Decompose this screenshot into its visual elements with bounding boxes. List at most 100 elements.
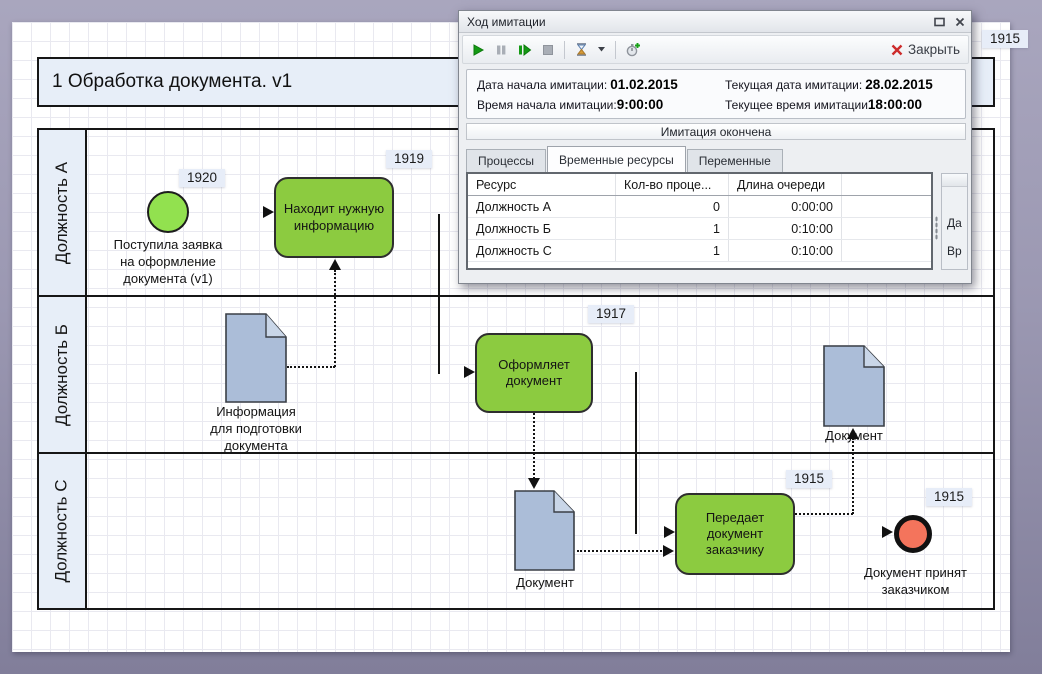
current-time-value: 18:00:00: [868, 97, 922, 112]
close-icon[interactable]: [955, 17, 965, 27]
task-prepare-doc-badge: 1917: [588, 305, 634, 323]
flow-prepare-to-transfer: [635, 372, 637, 534]
document-bottom-shape[interactable]: [514, 490, 575, 571]
cell-queue: 0:00:00: [729, 196, 842, 217]
screen: { "colors": { "background_purple": "#9b9…: [0, 0, 1042, 674]
column-header-count[interactable]: Кол-во проце...: [616, 174, 729, 195]
end-event-label: Документ принят заказчиком: [843, 565, 988, 599]
arrowhead-icon: [464, 366, 475, 378]
hourglass-icon[interactable]: [574, 42, 589, 57]
cell-queue: 0:10:00: [729, 218, 842, 239]
dropdown-caret-icon[interactable]: [598, 47, 606, 52]
resources-table: Ресурс Кол-во проце... Длина очереди Дол…: [466, 172, 933, 270]
simulation-status-bar: Имитация окончена: [466, 123, 966, 140]
cell-resource: Должность С: [468, 240, 616, 261]
tab-processes[interactable]: Процессы: [466, 149, 546, 172]
stop-icon[interactable]: [541, 43, 555, 57]
task-transfer[interactable]: Передает документ заказчику: [675, 493, 795, 575]
column-header-empty: [842, 174, 931, 195]
start-date-value: 01.02.2015: [610, 77, 678, 92]
document-info-label: Информация для подготовки документа: [176, 404, 336, 455]
tab-variables-label: Переменные: [699, 154, 771, 168]
table-row[interactable]: Должность А 0 0:00:00: [468, 196, 931, 218]
end-event[interactable]: [894, 515, 932, 553]
cell-resource: Должность А: [468, 196, 616, 217]
start-event[interactable]: [147, 191, 189, 233]
table-row[interactable]: Должность Б 1 0:10:00: [468, 218, 931, 240]
end-event-badge: 1915: [926, 488, 972, 506]
dialog-title: Ход имитации: [467, 15, 546, 29]
diagram-title: 1 Обработка документа. v1: [52, 71, 292, 93]
table-header-row: Ресурс Кол-во проце... Длина очереди: [468, 174, 931, 196]
document-info-shape[interactable]: [225, 313, 287, 403]
close-simulation-button[interactable]: Закрыть: [891, 42, 960, 57]
assoc-docinfo-to-find: [287, 366, 335, 368]
arrowhead-icon: [663, 545, 674, 557]
cell-count: 0: [616, 196, 729, 217]
red-x-icon: [891, 44, 903, 56]
table-row[interactable]: Должность С 1 0:10:00: [468, 240, 931, 262]
arrowhead-icon: [882, 526, 893, 538]
arrowhead-icon: [664, 526, 675, 538]
play-icon[interactable]: [471, 43, 485, 57]
side-panel-label: Вр: [942, 244, 967, 258]
pause-icon[interactable]: [494, 43, 508, 57]
dialog-titlebar[interactable]: Ход имитации: [459, 11, 971, 33]
cell-queue: 0:10:00: [729, 240, 842, 261]
side-panel: Да Вр: [941, 173, 968, 270]
floating-badge: 1915: [982, 30, 1028, 48]
flow-find-to-prepare: [438, 214, 440, 374]
tab-time-resources-label: Временные ресурсы: [559, 153, 674, 167]
cell-resource: Должность Б: [468, 218, 616, 239]
tab-variables[interactable]: Переменные: [687, 149, 783, 172]
step-icon[interactable]: [517, 43, 532, 57]
lane-divider: [39, 295, 993, 297]
arrowhead-icon: [329, 259, 341, 270]
column-header-resource[interactable]: Ресурс: [468, 174, 616, 195]
column-header-queue[interactable]: Длина очереди: [729, 174, 842, 195]
side-panel-label: Да: [942, 216, 967, 230]
document-right-label: Документ: [814, 428, 894, 445]
side-panel-header: [942, 174, 967, 187]
simulation-dialog: Ход имитации: [458, 10, 972, 284]
toolbar-separator: [615, 41, 616, 59]
arrowhead-icon: [263, 206, 274, 218]
current-date-label: Текущая дата имитации:: [725, 78, 862, 92]
assoc-transfer-to-doc: [852, 438, 854, 514]
task-prepare-doc[interactable]: Оформляет документ: [475, 333, 593, 413]
tab-processes-label: Процессы: [478, 154, 534, 168]
close-simulation-label: Закрыть: [908, 42, 960, 57]
lane-a[interactable]: Должность А: [39, 130, 87, 295]
dialog-toolbar: Закрыть: [462, 35, 969, 64]
lane-c-label: Должность С: [52, 479, 72, 582]
tab-time-resources[interactable]: Временные ресурсы: [547, 146, 686, 172]
current-time-label: Текущее время имитации: [725, 98, 868, 112]
toolbar-separator: [564, 41, 565, 59]
start-time-label: Время начала имитации:: [477, 98, 617, 112]
assoc-prepare-to-doc: [533, 413, 535, 479]
lane-b-label: Должность Б: [52, 324, 72, 426]
lane-c[interactable]: Должность С: [39, 454, 87, 608]
panel-splitter-handle[interactable]: [935, 216, 938, 240]
cell-count: 1: [616, 218, 729, 239]
cell-count: 1: [616, 240, 729, 261]
arrowhead-icon: [528, 478, 540, 489]
start-event-label: Поступила заявка на оформление документа…: [93, 237, 243, 288]
lane-b[interactable]: Должность Б: [39, 297, 87, 452]
task-find-info[interactable]: Находит нужную информацию: [274, 177, 394, 258]
lane-a-label: Должность А: [52, 161, 72, 263]
maximize-icon[interactable]: [934, 17, 945, 27]
task-transfer-badge: 1915: [786, 470, 832, 488]
start-date-label: Дата начала имитации:: [477, 78, 607, 92]
task-find-info-badge: 1919: [386, 150, 432, 168]
assoc-doc-to-transfer: [577, 550, 665, 552]
assoc-docinfo-to-find: [334, 270, 336, 367]
document-bottom-label: Документ: [505, 575, 585, 592]
current-date-value: 28.02.2015: [865, 77, 933, 92]
simulation-status-text: Имитация окончена: [661, 125, 772, 139]
simulation-info-panel: Дата начала имитации: 01.02.2015 Текущая…: [466, 69, 966, 119]
dialog-tabs: Процессы Временные ресурсы Переменные: [466, 146, 784, 172]
start-time-value: 9:00:00: [617, 97, 664, 112]
add-timer-icon[interactable]: [625, 42, 641, 57]
document-right-shape[interactable]: [823, 345, 885, 427]
